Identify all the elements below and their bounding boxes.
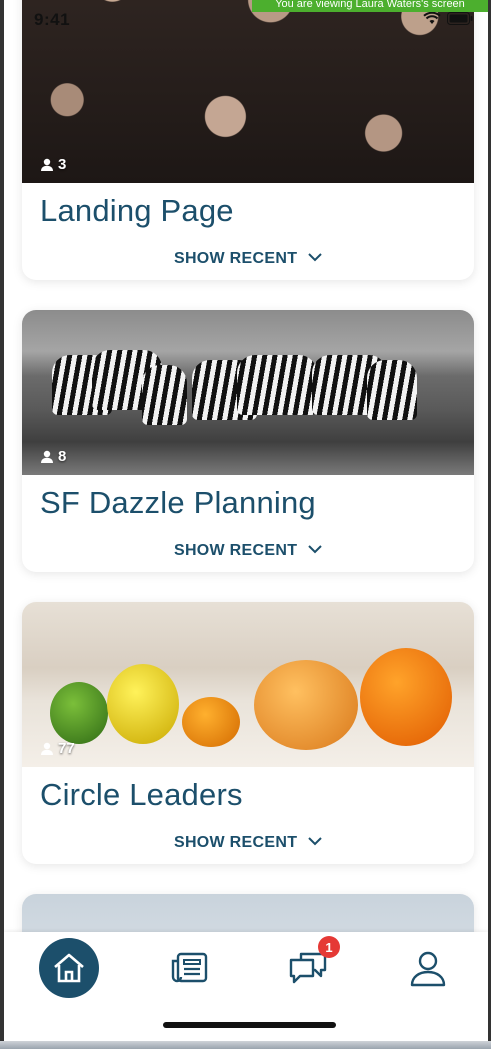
lime-shape	[50, 682, 108, 744]
show-recent-label: SHOW RECENT	[173, 834, 298, 851]
groups-feed[interactable]: 3 Landing Page SHOW RECENT 8 SF Dazzle P…	[4, 0, 488, 1041]
zebra-shape	[237, 355, 317, 415]
member-count: 3	[40, 156, 66, 173]
app-screen: 3 Landing Page SHOW RECENT 8 SF Dazzle P…	[0, 0, 491, 1049]
group-title[interactable]: Landing Page	[40, 193, 234, 229]
group-cover-image: 8	[22, 310, 474, 475]
lemon-shape	[107, 664, 179, 744]
zebra-shape	[367, 360, 417, 420]
grapefruit-shape	[254, 660, 358, 750]
group-cover-image: 3	[22, 0, 474, 183]
person-icon	[41, 742, 53, 755]
screen-share-banner: You are viewing Laura Waters's screen	[252, 0, 488, 12]
show-recent-button[interactable]: SHOW RECENT	[22, 250, 474, 268]
wifi-icon	[423, 12, 441, 24]
show-recent-label: SHOW RECENT	[173, 250, 298, 267]
group-card[interactable]: 77 Circle Leaders SHOW RECENT	[22, 602, 474, 864]
tab-feed[interactable]	[159, 938, 219, 998]
notification-badge: 1	[318, 936, 340, 958]
group-card[interactable]: 3 Landing Page SHOW RECENT	[22, 0, 474, 280]
orange-shape	[360, 648, 452, 746]
member-count-value: 8	[58, 448, 67, 465]
person-icon	[41, 158, 53, 171]
member-count-value: 77	[58, 740, 75, 757]
chevron-down-icon	[308, 253, 322, 262]
bottom-tab-bar: 1	[4, 932, 488, 1041]
tab-profile[interactable]	[398, 938, 458, 998]
home-icon	[54, 953, 84, 983]
window-frame-bottom	[0, 1041, 491, 1049]
chevron-down-icon	[308, 837, 322, 846]
tab-home[interactable]	[39, 938, 99, 998]
show-recent-button[interactable]: SHOW RECENT	[22, 542, 474, 560]
member-count: 8	[40, 448, 66, 465]
tab-messages[interactable]: 1	[278, 936, 340, 998]
group-title[interactable]: SF Dazzle Planning	[40, 485, 316, 521]
newspaper-icon	[171, 952, 208, 983]
tangerine-shape	[182, 697, 240, 747]
group-card[interactable]: 8 SF Dazzle Planning SHOW RECENT	[22, 310, 474, 572]
status-icons	[423, 12, 473, 25]
show-recent-button[interactable]: SHOW RECENT	[22, 834, 474, 852]
window-frame-left	[0, 0, 4, 1049]
home-indicator	[163, 1022, 336, 1028]
member-count-value: 3	[58, 156, 67, 173]
chevron-down-icon	[308, 545, 322, 554]
group-cover-image: 77	[22, 602, 474, 767]
profile-icon	[410, 951, 446, 987]
status-time: 9:41	[34, 10, 71, 29]
battery-icon	[447, 12, 473, 25]
show-recent-label: SHOW RECENT	[173, 542, 298, 559]
zebra-shape	[142, 365, 187, 425]
member-count: 77	[40, 740, 75, 757]
person-icon	[41, 450, 53, 463]
group-title[interactable]: Circle Leaders	[40, 777, 243, 813]
